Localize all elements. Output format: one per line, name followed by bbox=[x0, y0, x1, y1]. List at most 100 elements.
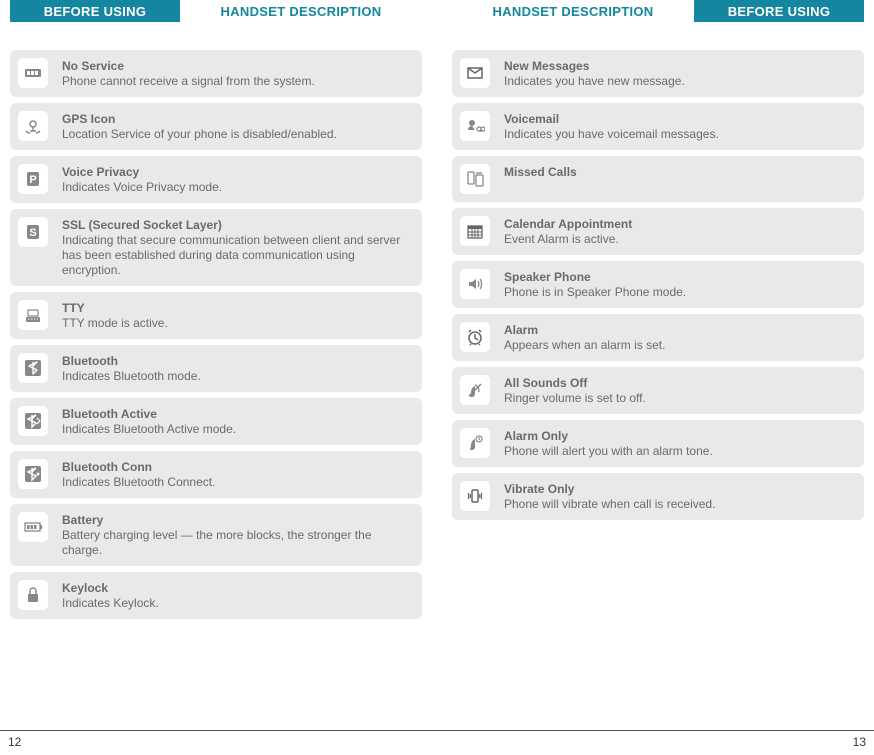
icon-definition-row: Bluetooth ActiveIndicates Bluetooth Acti… bbox=[10, 398, 422, 445]
icon-definition-row: VoicemailIndicates you have voicemail me… bbox=[452, 103, 864, 150]
item-title: Speaker Phone bbox=[504, 270, 591, 284]
page-header-right: HANDSET DESCRIPTION BEFORE USING bbox=[452, 0, 864, 22]
bluetooth-icon bbox=[18, 353, 48, 383]
item-desc: Indicates Keylock. bbox=[62, 596, 159, 610]
alarm-only-icon bbox=[460, 428, 490, 458]
icon-definition-row: SSL (Secured Socket Layer)Indicating tha… bbox=[10, 209, 422, 286]
page-left: BEFORE USING HANDSET DESCRIPTION No Serv… bbox=[10, 0, 422, 730]
tab-handset-description: HANDSET DESCRIPTION bbox=[180, 0, 422, 22]
icon-definition-row: TTYTTY mode is active. bbox=[10, 292, 422, 339]
icon-definition-row: Voice PrivacyIndicates Voice Privacy mod… bbox=[10, 156, 422, 203]
icon-definition-row: Calendar AppointmentEvent Alarm is activ… bbox=[452, 208, 864, 255]
item-desc: Indicates you have voicemail messages. bbox=[504, 127, 719, 141]
tty-icon bbox=[18, 300, 48, 330]
icon-definition-row: Missed Calls bbox=[452, 156, 864, 202]
item-desc: Indicates Bluetooth mode. bbox=[62, 369, 201, 383]
tab-before-using: BEFORE USING bbox=[10, 0, 180, 22]
bluetooth-conn-icon bbox=[18, 459, 48, 489]
item-text: TTYTTY mode is active. bbox=[62, 300, 410, 331]
icon-list-right: New MessagesIndicates you have new messa… bbox=[452, 50, 864, 520]
icon-definition-row: BluetoothIndicates Bluetooth mode. bbox=[10, 345, 422, 392]
voicemail-icon bbox=[460, 111, 490, 141]
item-title: Vibrate Only bbox=[504, 482, 574, 496]
item-desc: Indicating that secure communication bet… bbox=[62, 233, 400, 277]
icon-definition-row: BatteryBattery charging level — the more… bbox=[10, 504, 422, 566]
item-desc: Phone cannot receive a signal from the s… bbox=[62, 74, 315, 88]
calendar-icon bbox=[460, 216, 490, 246]
item-text: All Sounds OffRinger volume is set to of… bbox=[504, 375, 852, 406]
icon-definition-row: Speaker PhonePhone is in Speaker Phone m… bbox=[452, 261, 864, 308]
voice-privacy-icon bbox=[18, 164, 48, 194]
item-title: GPS Icon bbox=[62, 112, 115, 126]
icon-definition-row: No ServicePhone cannot receive a signal … bbox=[10, 50, 422, 97]
item-title: Calendar Appointment bbox=[504, 217, 632, 231]
missed-calls-icon bbox=[460, 164, 490, 194]
bluetooth-active-icon bbox=[18, 406, 48, 436]
item-desc: Indicates you have new message. bbox=[504, 74, 685, 88]
icon-list-left: No ServicePhone cannot receive a signal … bbox=[10, 50, 422, 619]
item-text: Speaker PhonePhone is in Speaker Phone m… bbox=[504, 269, 852, 300]
item-title: Bluetooth bbox=[62, 354, 118, 368]
page-number-left: 12 bbox=[8, 735, 21, 749]
item-title: Alarm bbox=[504, 323, 538, 337]
keylock-icon bbox=[18, 580, 48, 610]
item-title: No Service bbox=[62, 59, 124, 73]
item-desc: Ringer volume is set to off. bbox=[504, 391, 646, 405]
item-text: AlarmAppears when an alarm is set. bbox=[504, 322, 852, 353]
item-text: Vibrate OnlyPhone will vibrate when call… bbox=[504, 481, 852, 512]
item-title: Bluetooth Active bbox=[62, 407, 157, 421]
gps-icon bbox=[18, 111, 48, 141]
alarm-icon bbox=[460, 322, 490, 352]
icon-definition-row: GPS IconLocation Service of your phone i… bbox=[10, 103, 422, 150]
page-header-left: BEFORE USING HANDSET DESCRIPTION bbox=[10, 0, 422, 22]
item-text: Missed Calls bbox=[504, 164, 852, 180]
icon-definition-row: Alarm OnlyPhone will alert you with an a… bbox=[452, 420, 864, 467]
item-text: Calendar AppointmentEvent Alarm is activ… bbox=[504, 216, 852, 247]
item-desc: TTY mode is active. bbox=[62, 316, 168, 330]
battery-icon bbox=[18, 512, 48, 542]
speaker-phone-icon bbox=[460, 269, 490, 299]
item-text: Alarm OnlyPhone will alert you with an a… bbox=[504, 428, 852, 459]
item-desc: Event Alarm is active. bbox=[504, 232, 619, 246]
icon-definition-row: Bluetooth ConnIndicates Bluetooth Connec… bbox=[10, 451, 422, 498]
icon-definition-row: AlarmAppears when an alarm is set. bbox=[452, 314, 864, 361]
item-text: Bluetooth ConnIndicates Bluetooth Connec… bbox=[62, 459, 410, 490]
item-title: Voicemail bbox=[504, 112, 559, 126]
tab-handset-description: HANDSET DESCRIPTION bbox=[452, 0, 694, 22]
icon-definition-row: KeylockIndicates Keylock. bbox=[10, 572, 422, 619]
item-text: No ServicePhone cannot receive a signal … bbox=[62, 58, 410, 89]
item-desc: Phone will vibrate when call is received… bbox=[504, 497, 715, 511]
item-desc: Indicates Bluetooth Active mode. bbox=[62, 422, 236, 436]
item-text: BatteryBattery charging level — the more… bbox=[62, 512, 410, 558]
item-title: Missed Calls bbox=[504, 165, 577, 179]
item-text: BluetoothIndicates Bluetooth mode. bbox=[62, 353, 410, 384]
item-desc: Battery charging level — the more blocks… bbox=[62, 528, 372, 557]
vibrate-only-icon bbox=[460, 481, 490, 511]
item-text: SSL (Secured Socket Layer)Indicating tha… bbox=[62, 217, 410, 278]
item-text: VoicemailIndicates you have voicemail me… bbox=[504, 111, 852, 142]
item-title: Alarm Only bbox=[504, 429, 568, 443]
new-messages-icon bbox=[460, 58, 490, 88]
item-text: New MessagesIndicates you have new messa… bbox=[504, 58, 852, 89]
item-desc: Indicates Voice Privacy mode. bbox=[62, 180, 222, 194]
item-desc: Indicates Bluetooth Connect. bbox=[62, 475, 215, 489]
item-text: Voice PrivacyIndicates Voice Privacy mod… bbox=[62, 164, 410, 195]
footer: 12 13 bbox=[0, 730, 874, 755]
item-title: Bluetooth Conn bbox=[62, 460, 152, 474]
item-text: GPS IconLocation Service of your phone i… bbox=[62, 111, 410, 142]
item-text: KeylockIndicates Keylock. bbox=[62, 580, 410, 611]
item-title: Battery bbox=[62, 513, 103, 527]
no-service-icon bbox=[18, 58, 48, 88]
item-title: SSL (Secured Socket Layer) bbox=[62, 218, 222, 232]
all-sounds-off-icon bbox=[460, 375, 490, 405]
icon-definition-row: New MessagesIndicates you have new messa… bbox=[452, 50, 864, 97]
item-desc: Phone will alert you with an alarm tone. bbox=[504, 444, 713, 458]
item-title: All Sounds Off bbox=[504, 376, 587, 390]
item-title: TTY bbox=[62, 301, 85, 315]
page-right: HANDSET DESCRIPTION BEFORE USING New Mes… bbox=[452, 0, 864, 730]
item-text: Bluetooth ActiveIndicates Bluetooth Acti… bbox=[62, 406, 410, 437]
tab-before-using: BEFORE USING bbox=[694, 0, 864, 22]
item-desc: Appears when an alarm is set. bbox=[504, 338, 665, 352]
page-number-right: 13 bbox=[853, 735, 866, 749]
item-title: Keylock bbox=[62, 581, 108, 595]
